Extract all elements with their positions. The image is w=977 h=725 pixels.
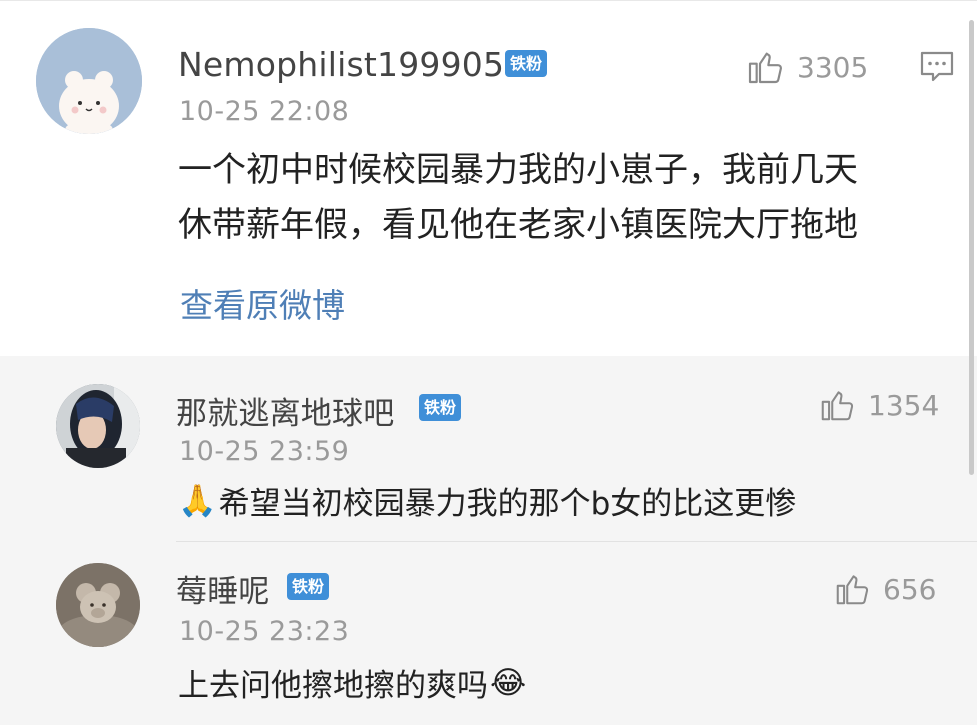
comment-time: 10-25 23:59 [179, 436, 350, 467]
folded-hands-emoji-icon: 🙏 [178, 483, 217, 519]
thumbs-up-icon [748, 52, 782, 84]
comment-text-line: 休带薪年假，看见他在老家小镇医院大厅拖地 [178, 205, 858, 245]
username[interactable]: 那就逃离地球吧 [176, 388, 394, 433]
username[interactable]: 莓睡呢 [176, 566, 270, 611]
like-button[interactable]: 656 [833, 570, 936, 608]
view-original-link[interactable]: 查看原微博 [180, 279, 345, 327]
fan-badge[interactable]: 铁粉 [419, 394, 462, 421]
girl-photo-avatar-icon [56, 384, 140, 468]
comment-text-line: 一个初中时候校园暴力我的小崽子，我前几天 [178, 150, 858, 190]
comment-text: 一个初中时候校园暴力我的小崽子，我前几天 休带薪年假，看见他在老家小镇医院大厅拖… [178, 143, 968, 253]
like-count: 656 [883, 572, 937, 606]
avatar[interactable] [56, 384, 140, 468]
comment-button[interactable] [919, 50, 955, 88]
like-count: 1354 [868, 388, 940, 422]
comment-icon [920, 51, 954, 82]
thumbs-up-icon [836, 575, 869, 605]
like-button[interactable]: 1354 [818, 386, 939, 424]
username[interactable]: Nemophilist199905 [178, 45, 504, 84]
comment-time: 10-25 23:23 [179, 616, 350, 647]
avatar[interactable] [56, 563, 140, 647]
like-count: 3305 [797, 50, 869, 84]
teddy-bear-avatar-icon [56, 563, 140, 647]
fan-badge[interactable]: 铁粉 [505, 50, 548, 77]
reply-text: 🙏 希望当初校园暴力我的那个b女的比这更惨 [178, 478, 796, 523]
like-button[interactable]: 3305 [745, 47, 868, 87]
avatar[interactable] [36, 28, 142, 134]
thumbs-up-icon [821, 391, 854, 421]
divider [176, 541, 977, 542]
laughing-emoji-icon: 😂 [490, 664, 527, 701]
reply-text-content: 希望当初校园暴力我的那个b女的比这更惨 [218, 486, 797, 522]
comment-time: 10-25 22:08 [179, 96, 350, 127]
reply-text: 上去问他擦地擦的爽吗 😂 [178, 660, 526, 705]
main-comment: Nemophilist199905 铁粉 10-25 22:08 3305 一个… [0, 0, 977, 356]
scrollbar[interactable] [969, 20, 974, 475]
fan-badge[interactable]: 铁粉 [287, 573, 330, 600]
white-bear-avatar-icon [36, 28, 142, 134]
reply-text-content: 上去问他擦地擦的爽吗 [178, 668, 488, 704]
